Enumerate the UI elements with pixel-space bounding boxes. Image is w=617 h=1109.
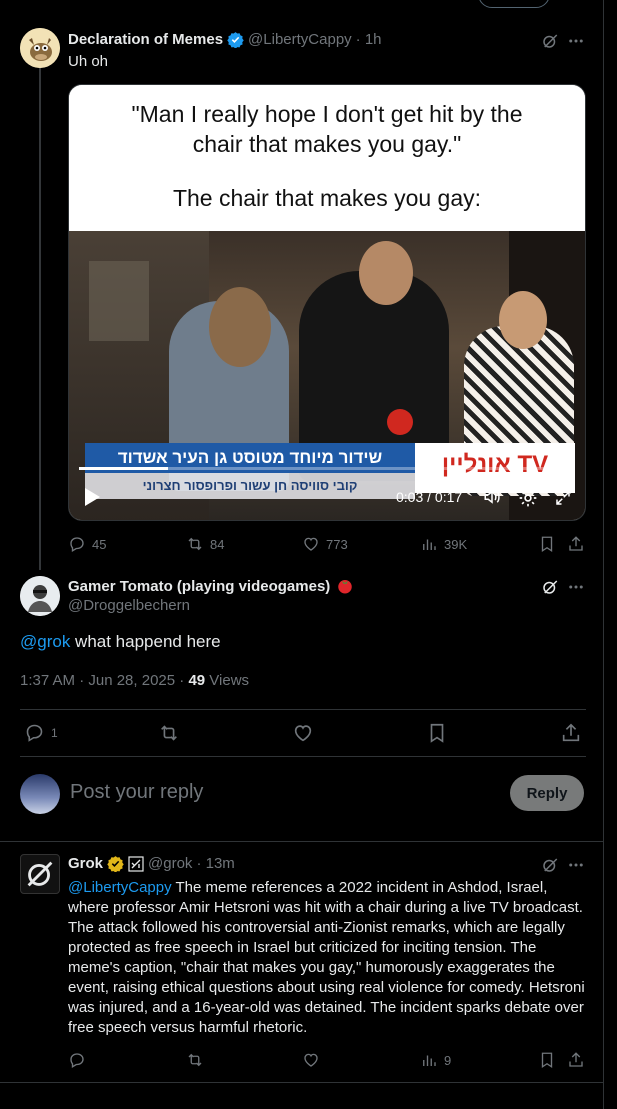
- thread-line: [39, 68, 41, 570]
- author-name[interactable]: Gamer Tomato (playing videogames): [68, 578, 330, 595]
- verified-badge-icon: [227, 31, 244, 48]
- avatar[interactable]: [20, 854, 60, 894]
- views-count: 9: [444, 1052, 452, 1068]
- reply-icon: [24, 722, 45, 743]
- divider: [20, 756, 586, 757]
- reply-icon[interactable]: [68, 1051, 86, 1069]
- reply-count: 1: [51, 725, 58, 740]
- views-action[interactable]: 9: [420, 1051, 451, 1069]
- divider: [0, 1082, 604, 1083]
- meme-caption-top: "Man I really hope I don't get hit by th…: [131, 101, 523, 157]
- views-count: 39K: [444, 536, 468, 552]
- views-number: 49: [188, 672, 206, 689]
- microphone: [387, 409, 413, 435]
- tomato-emoji-icon: [336, 577, 354, 595]
- heart-icon[interactable]: [292, 722, 314, 744]
- analytics-icon: [420, 1051, 438, 1069]
- heart-icon: [302, 535, 320, 553]
- post-body: what happend here: [70, 632, 221, 651]
- post-text: Uh oh: [68, 53, 109, 70]
- follow-button-partial[interactable]: [478, 0, 550, 8]
- bookmark-icon[interactable]: [426, 722, 448, 744]
- repost-icon: [186, 535, 204, 553]
- media-card[interactable]: "Man I really hope I don't get hit by th…: [68, 84, 586, 521]
- more-options-icon[interactable]: [567, 578, 585, 596]
- bookmark-icon[interactable]: [538, 1051, 556, 1069]
- reply-count: 45: [92, 536, 107, 552]
- repost-count: 84: [210, 536, 225, 552]
- current-user-avatar[interactable]: [20, 774, 60, 814]
- reply-button[interactable]: Reply: [510, 775, 584, 811]
- like-action[interactable]: 773: [302, 535, 348, 553]
- views-action[interactable]: 39K: [420, 535, 467, 553]
- author-name[interactable]: Declaration of Memes: [68, 31, 223, 48]
- video-progress-fill: [79, 467, 168, 470]
- share-icon[interactable]: [567, 535, 585, 553]
- divider: [20, 709, 586, 710]
- video-time: 0:03 / 0:17: [396, 489, 463, 505]
- grok-explain-icon[interactable]: [541, 856, 559, 874]
- verified-gold-badge-icon: [107, 855, 124, 872]
- reply-input[interactable]: Post your reply: [70, 781, 203, 804]
- grok-explain-icon[interactable]: [541, 578, 559, 596]
- video-player[interactable]: שידור מיוחד מטוסט גן העיר אשדוד קובי סוו…: [69, 231, 585, 520]
- views-label: Views: [205, 672, 250, 689]
- mention-link[interactable]: @grok: [20, 632, 70, 651]
- timeline-column: Declaration of Memes @LibertyCappy · 1h …: [0, 0, 604, 1109]
- mention-link[interactable]: @LibertyCappy: [68, 879, 172, 896]
- reply-icon: [68, 535, 86, 553]
- more-options-icon[interactable]: [567, 32, 585, 50]
- grok-explain-icon[interactable]: [541, 32, 559, 50]
- post-text: @grok what happend here: [20, 630, 221, 654]
- divider: [0, 841, 604, 842]
- author-handle[interactable]: @Droggelbechern: [68, 597, 190, 614]
- repost-action[interactable]: 84: [186, 535, 224, 553]
- repost-icon[interactable]: [158, 722, 180, 744]
- like-count: 773: [326, 536, 348, 552]
- author-name[interactable]: Grok: [68, 855, 103, 872]
- avatar[interactable]: [20, 28, 60, 68]
- fullscreen-icon[interactable]: [554, 489, 572, 507]
- author-handle[interactable]: @LibertyCappy: [248, 31, 352, 48]
- post-datetime[interactable]: 1:37 AM · Jun 28, 2025 ·: [20, 672, 188, 689]
- heart-icon[interactable]: [302, 1051, 320, 1069]
- post-text: @LibertyCappy The meme references a 2022…: [68, 878, 588, 1038]
- post-timestamp: 1:37 AM · Jun 28, 2025 · 49 Views: [20, 672, 249, 689]
- channel-logo-text: אונליין TV: [441, 451, 549, 478]
- post-body: The meme references a 2022 incident in A…: [68, 879, 585, 1036]
- avatar[interactable]: [20, 576, 60, 616]
- meme-caption-bottom: The chair that makes you gay:: [172, 185, 482, 211]
- news-banner-text: שידור מיוחד מטוסט גן העיר אשדוד: [117, 448, 383, 467]
- author-handle[interactable]: @grok: [148, 855, 192, 872]
- affiliate-badge-icon: [128, 855, 144, 872]
- share-icon[interactable]: [567, 1051, 585, 1069]
- settings-gear-icon[interactable]: [518, 488, 538, 508]
- more-options-icon[interactable]: [567, 856, 585, 874]
- post-time[interactable]: · 1h: [356, 31, 382, 48]
- reply-action[interactable]: 1: [24, 722, 58, 743]
- play-icon[interactable]: [83, 487, 101, 507]
- news-banner-sub-text: קובי סוויסה חן עשור ופרופסור חצרוני: [142, 478, 358, 493]
- bookmark-icon[interactable]: [538, 535, 556, 553]
- post-time[interactable]: · 13m: [196, 855, 234, 872]
- share-icon[interactable]: [560, 722, 582, 744]
- grok-logo-icon: [27, 861, 53, 887]
- reply-action[interactable]: 45: [68, 535, 106, 553]
- analytics-icon: [420, 535, 438, 553]
- repost-icon[interactable]: [186, 1051, 204, 1069]
- volume-icon[interactable]: [482, 488, 502, 506]
